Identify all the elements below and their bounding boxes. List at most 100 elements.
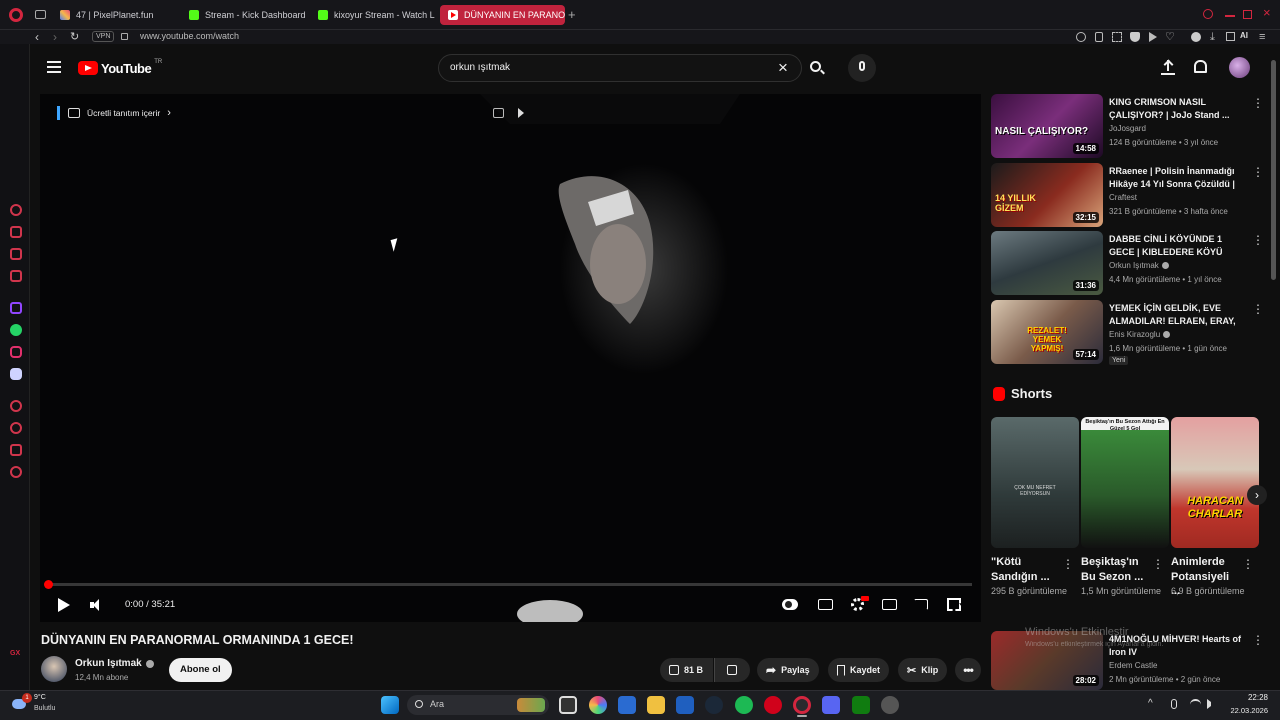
progress-bar[interactable] — [48, 583, 972, 586]
channel-name[interactable]: Erdem Castle — [1109, 661, 1157, 670]
extensions-cube-icon[interactable] — [10, 444, 22, 456]
play-button[interactable] — [58, 598, 70, 612]
whatsapp-icon[interactable] — [10, 324, 22, 336]
suggested-video[interactable]: REZALET! YEMEK YAPMIŞ! 57:14 YEMEK İÇİN … — [991, 300, 1266, 365]
show-hidden-icons-chevron-icon[interactable]: ^ — [1148, 698, 1153, 709]
clip-button[interactable]: ✂ Klip — [898, 658, 948, 682]
file-explorer-icon[interactable] — [647, 696, 665, 714]
paid-promotion-badge[interactable]: Ücretli tanıtım içerir › — [57, 106, 171, 120]
close-window-icon[interactable]: × — [1263, 6, 1271, 19]
browser-tab-kixoyur-stream[interactable]: kixoyur Stream - Watch Li — [310, 5, 435, 25]
youtube-logo[interactable]: YouTube TR — [78, 59, 162, 76]
video-title[interactable]: DABBE CİNLİ KÖYÜNDE 1 GECE | KIBLEDERE K… — [1109, 233, 1244, 258]
subtitles-icon[interactable] — [818, 599, 833, 610]
bag-icon[interactable] — [10, 226, 22, 238]
more-vertical-icon[interactable]: ⋮ — [1062, 557, 1074, 571]
more-vertical-icon[interactable]: ⋮ — [1252, 302, 1264, 316]
video-title[interactable]: YEMEK İÇİN GELDİK, EVE ALMADILAR! ELRAEN… — [1109, 302, 1244, 328]
shorts-next-arrow-icon[interactable]: › — [1247, 485, 1267, 505]
workspaces-icon[interactable] — [35, 10, 46, 19]
skip-next-icon[interactable] — [518, 108, 524, 118]
app-red-icon[interactable] — [764, 696, 782, 714]
twitch-icon[interactable] — [10, 302, 22, 314]
extensions-icon[interactable] — [1226, 32, 1235, 41]
maximize-window-icon[interactable] — [1243, 10, 1252, 19]
music-icon[interactable] — [10, 270, 22, 282]
short-thumbnail[interactable]: Beşiktaş'ın Bu Sezon Attığı En Güzel 5 G… — [1081, 417, 1169, 548]
instagram-icon[interactable] — [10, 346, 22, 358]
task-view-icon[interactable] — [559, 696, 577, 714]
suggested-video[interactable]: 31:36 DABBE CİNLİ KÖYÜNDE 1 GECE | KIBLE… — [991, 231, 1266, 295]
voice-search-button[interactable] — [848, 54, 876, 82]
taskbar-search[interactable]: Ara — [407, 695, 549, 715]
short-thumbnail[interactable]: HARACAN CHARLAR — [1171, 417, 1259, 548]
app-badge-icon[interactable] — [881, 696, 899, 714]
more-vertical-icon[interactable]: ⋮ — [1252, 165, 1264, 179]
microsoft-store-icon[interactable] — [676, 696, 694, 714]
channel-name[interactable]: Enis Kirazoglu — [1109, 330, 1171, 339]
copilot-icon[interactable] — [589, 696, 607, 714]
video-title[interactable]: KING CRIMSON NASIL ÇALIŞIYOR? | JoJo Sta… — [1109, 96, 1244, 121]
easy-setup-menu-icon[interactable]: ≡ — [1259, 30, 1265, 44]
video-thumbnail[interactable]: 14 YILLIK GİZEM 32:15 — [991, 163, 1103, 227]
short-title[interactable]: Beşiktaş'ın Bu Sezon ... — [1081, 555, 1151, 584]
discord-icon[interactable] — [10, 368, 22, 380]
opera-logo-icon[interactable] — [9, 8, 23, 22]
like-button[interactable]: 81 B — [660, 658, 713, 682]
profile-icon[interactable] — [1191, 32, 1201, 42]
teams-icon[interactable] — [822, 696, 840, 714]
notifications-bell-icon[interactable] — [1194, 60, 1207, 73]
wifi-icon[interactable] — [1190, 699, 1201, 710]
forward-arrow-icon[interactable]: › — [53, 30, 57, 44]
browser-tab-pixelplanet[interactable]: 47 | PixelPlanet.fun — [52, 5, 177, 25]
reload-icon[interactable]: ↻ — [70, 30, 79, 44]
heart-icon[interactable]: ♡ — [1165, 30, 1175, 44]
suggested-video[interactable]: 14 YILLIK GİZEM 32:15 RRaenee | Polisin … — [991, 163, 1266, 227]
url-field[interactable]: www.youtube.com/watch — [140, 31, 239, 41]
outlook-icon[interactable] — [618, 696, 636, 714]
more-vertical-icon[interactable]: ⋮ — [1152, 557, 1164, 571]
channel-avatar[interactable] — [41, 656, 67, 682]
back-arrow-icon[interactable]: ‹ — [35, 30, 39, 44]
channel-name[interactable]: Orkun Işıtmak — [1109, 261, 1169, 270]
cast-icon[interactable] — [914, 599, 928, 610]
more-vertical-icon[interactable]: ⋮ — [1252, 233, 1264, 247]
search-input[interactable]: orkun ışıtmak — [450, 62, 510, 73]
more-actions-button[interactable]: ••• — [955, 658, 981, 682]
vpn-badge[interactable]: VPN — [92, 31, 115, 42]
history-clock-icon[interactable] — [10, 422, 22, 434]
more-vertical-icon[interactable]: ⋮ — [1252, 633, 1264, 647]
save-button[interactable]: Kaydet — [828, 658, 890, 682]
theater-mode-icon[interactable] — [882, 599, 897, 610]
xbox-icon[interactable] — [852, 696, 870, 714]
short-thumbnail[interactable]: ÇOK MU NEFRET EDİYORSUN — [991, 417, 1079, 548]
search-tabs-icon[interactable] — [1203, 9, 1213, 19]
clock-time[interactable]: 22:28 — [1238, 693, 1268, 702]
autoplay-toggle[interactable] — [782, 599, 798, 610]
page-scrollbar[interactable] — [1271, 60, 1276, 280]
shield-icon[interactable] — [1130, 32, 1140, 42]
clear-search-icon[interactable]: × — [778, 58, 788, 78]
more-vertical-icon[interactable]: ⋮ — [1242, 557, 1254, 571]
microphone-tray-icon[interactable] — [1171, 699, 1177, 709]
create-upload-icon[interactable] — [1161, 59, 1175, 75]
video-player[interactable]: Ücretli tanıtım içerir › 0:00 / 35:21 — [40, 94, 981, 622]
aria-ai-button[interactable]: AI — [1240, 31, 1248, 40]
messenger-icon[interactable] — [10, 248, 22, 260]
video-thumbnail[interactable]: REZALET! YEMEK YAPMIŞ! 57:14 — [991, 300, 1103, 364]
gx-logo-icon[interactable]: GX — [10, 650, 20, 657]
browser-tab-youtube-active[interactable]: DÜNYANIN EN PARANORM — [440, 5, 565, 25]
emoji-icon[interactable] — [1076, 32, 1086, 42]
weather-widget[interactable]: 1 9°C Bulutlu — [8, 693, 78, 717]
video-thumbnail[interactable]: 31:36 — [991, 231, 1103, 295]
share-button[interactable]: ➦ Paylaş — [757, 658, 819, 682]
channel-name[interactable]: Orkun Işıtmak — [75, 658, 154, 669]
video-thumbnail[interactable]: NASIL ÇALIŞIYOR? 14:58 — [991, 94, 1103, 158]
windows-start-icon[interactable] — [381, 696, 399, 714]
miniplayer-icon[interactable] — [493, 108, 504, 118]
volume-icon[interactable] — [90, 598, 102, 612]
download-icon[interactable]: ⤓ — [1210, 30, 1215, 44]
snapshot-icon[interactable] — [1112, 32, 1122, 42]
search-button[interactable] — [802, 54, 830, 82]
clock-date[interactable]: 22.03.2026 — [1222, 706, 1268, 715]
